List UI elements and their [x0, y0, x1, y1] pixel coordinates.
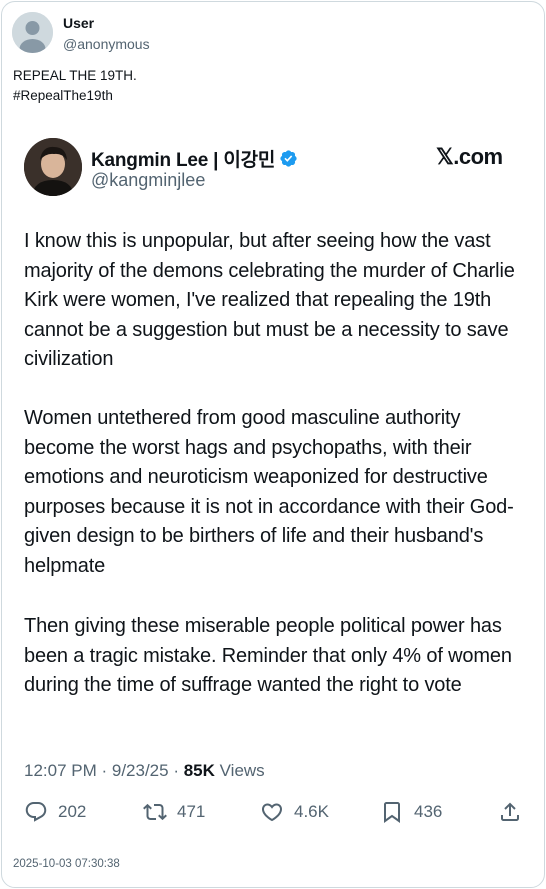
outer-user-handle[interactable]: @anonymous — [63, 36, 150, 52]
bookmark-count: 436 — [414, 802, 443, 821]
reply-count: 202 — [58, 802, 87, 821]
default-avatar-icon[interactable] — [12, 12, 53, 53]
verified-badge-icon — [280, 150, 297, 167]
like-icon — [261, 803, 283, 822]
outer-post-text: REPEAL THE 19TH. #RepealThe19th — [13, 66, 137, 106]
action-bar: 202 471 4.6K 436 — [24, 800, 524, 830]
repost-count: 471 — [177, 802, 206, 821]
repost-button[interactable]: 471 — [143, 800, 205, 824]
outer-post-line: REPEAL THE 19TH. — [13, 68, 137, 83]
user-handle[interactable]: @kangminjlee — [91, 170, 205, 191]
x-logo[interactable]: 𝕏.com — [436, 144, 503, 170]
profile-avatar[interactable] — [24, 138, 82, 196]
like-count: 4.6K — [294, 802, 329, 821]
bookmark-icon — [384, 802, 400, 823]
outer-user-name[interactable]: User — [63, 15, 94, 31]
post-meta: 12:07 PM · 9/23/25 · 85K Views — [24, 761, 265, 780]
views-count: 85K — [183, 761, 215, 780]
post-date[interactable]: 9/23/25 — [112, 761, 169, 780]
display-name-row: Kangmin Lee | 이강민 — [91, 145, 298, 172]
reply-button[interactable]: 202 — [24, 800, 86, 824]
share-button[interactable] — [498, 800, 522, 824]
outer-post-hashtag[interactable]: #RepealThe19th — [13, 86, 137, 106]
repost-icon — [143, 803, 167, 821]
display-name[interactable]: Kangmin Lee | 이강민 — [91, 145, 275, 172]
like-button[interactable]: 4.6K — [260, 800, 329, 824]
reply-icon — [25, 802, 47, 822]
capture-timestamp: 2025-10-03 07:30:38 — [13, 858, 120, 870]
post-paragraph: Then giving these miserable people polit… — [24, 615, 512, 696]
post-time[interactable]: 12:07 PM — [24, 761, 97, 780]
post-paragraph: Women untethered from good masculine aut… — [24, 407, 514, 577]
share-icon — [501, 802, 519, 821]
bookmark-button[interactable]: 436 — [380, 800, 442, 824]
post-paragraph: I know this is unpopular, but after seei… — [24, 230, 515, 370]
views-label: Views — [219, 761, 265, 780]
